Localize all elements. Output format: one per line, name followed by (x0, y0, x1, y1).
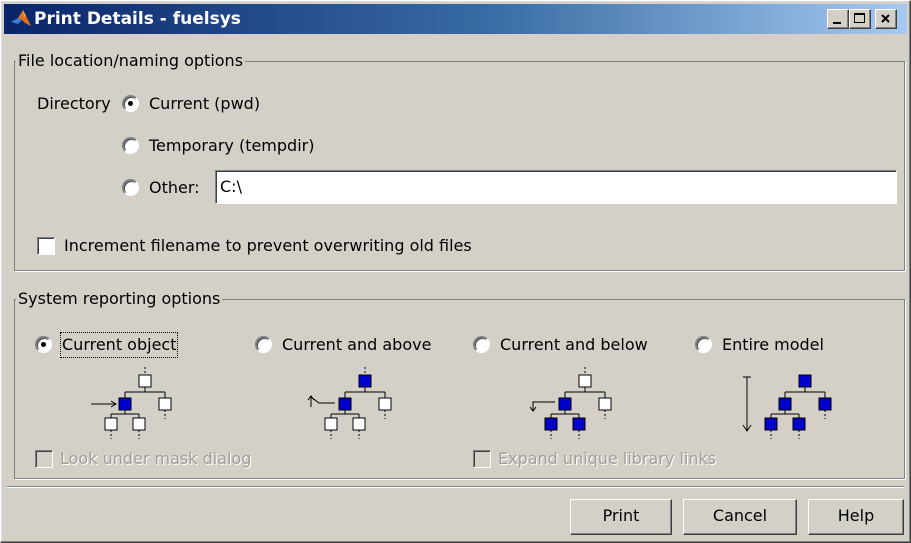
radio-current-and-above[interactable] (255, 336, 272, 353)
other-directory-input[interactable]: C:\ (215, 170, 897, 204)
look-under-mask-checkbox[interactable] (35, 450, 53, 468)
system-reporting-legend: System reporting options (16, 289, 223, 309)
radio-current-pwd-label[interactable]: Current (pwd) (149, 93, 260, 115)
cancel-button[interactable]: Cancel (683, 499, 797, 535)
radio-other-label[interactable]: Other: (149, 177, 200, 199)
radio-current-object-label[interactable]: Current object (59, 332, 179, 358)
radio-other[interactable] (122, 179, 139, 196)
radio-current-and-above-label[interactable]: Current and above (282, 334, 431, 356)
radio-current-and-below[interactable] (473, 336, 490, 353)
expand-library-links-label: Expand unique library links (498, 449, 717, 468)
radio-entire-model[interactable] (695, 336, 712, 353)
radio-temporary-tempdir-label[interactable]: Temporary (tempdir) (149, 135, 314, 157)
dialog-window: Print Details - fuelsys File location/na… (0, 0, 911, 543)
current-object-tree-icon (91, 367, 172, 439)
radio-current-and-below-label[interactable]: Current and below (500, 334, 648, 356)
button-separator (7, 486, 904, 488)
maximize-icon (854, 13, 865, 23)
title-bar[interactable]: Print Details - fuelsys (4, 4, 907, 34)
file-location-legend: File location/naming options (16, 51, 246, 71)
entire-model-tree-icon (742, 374, 832, 439)
radio-current-pwd[interactable] (122, 95, 139, 112)
help-button[interactable]: Help (808, 499, 904, 535)
radio-current-object[interactable] (35, 336, 52, 353)
directory-label: Directory (37, 94, 111, 113)
minimize-button[interactable] (827, 9, 849, 29)
radio-temporary-tempdir[interactable] (122, 137, 139, 154)
matlab-logo-icon (11, 10, 31, 26)
print-button[interactable]: Print (570, 499, 672, 535)
close-icon (881, 14, 890, 23)
increment-filename-checkbox[interactable] (37, 237, 55, 255)
window-title: Print Details - fuelsys (34, 9, 241, 29)
close-button[interactable] (875, 9, 897, 29)
radio-entire-model-label[interactable]: Entire model (722, 334, 824, 356)
current-and-above-tree-icon (307, 367, 392, 439)
current-and-below-tree-icon (529, 367, 612, 439)
minimize-icon (833, 22, 841, 24)
expand-library-links-checkbox[interactable] (473, 450, 491, 468)
increment-filename-label[interactable]: Increment filename to prevent overwritin… (64, 235, 472, 257)
look-under-mask-label: Look under mask dialog (60, 449, 252, 468)
maximize-button[interactable] (849, 9, 871, 29)
